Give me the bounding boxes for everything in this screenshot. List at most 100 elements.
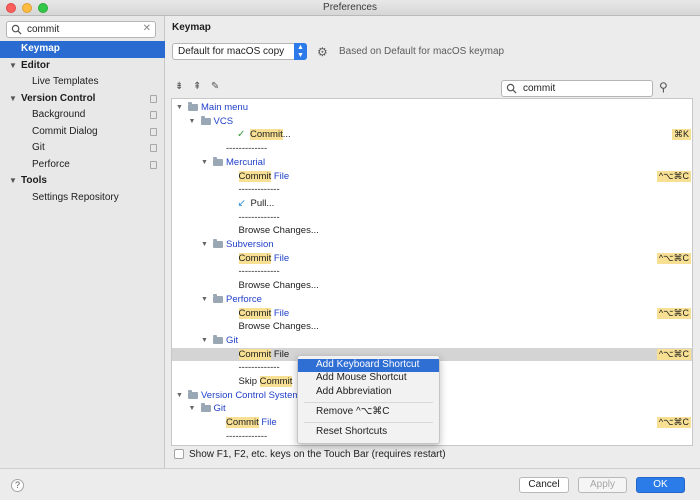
tree-row[interactable]: ------------- [172,142,692,156]
clear-search-icon[interactable]: ✕ [143,23,151,34]
sidebar-item[interactable]: ▼ Version Control [0,91,165,108]
keymap-filter-value: commit [523,83,556,94]
expand-arrow-icon[interactable]: ▼ [189,402,196,416]
sidebar-item-label: Live Templates [32,76,99,87]
tree-row[interactable]: Commit File ^⌥⌘C [172,170,692,184]
tree-row[interactable]: ▼ Git [172,334,692,348]
menu-separator [304,422,433,424]
expand-arrow-icon[interactable]: ▼ [189,115,196,129]
folder-icon [213,239,223,248]
label-text: Perforce [226,293,262,305]
label-text: ------------- [226,143,268,155]
label-text: Mercurial [226,156,266,168]
tree-row[interactable]: Browse Changes... [172,224,692,238]
ok-button[interactable]: OK [636,477,685,493]
gear-icon[interactable]: ⚙ [317,45,328,59]
label-text: Git [213,403,226,415]
expand-arrow-icon[interactable]: ▼ [201,334,208,348]
label-text: File [271,170,290,182]
shortcut-badge: ^⌥⌘C [656,252,691,264]
touchbar-checkbox[interactable] [174,449,184,459]
label-text: Version Control System [201,389,301,401]
expand-arrow-icon[interactable]: ▼ [201,156,208,170]
edit-pencil-icon[interactable]: ✎ [211,81,219,92]
checkmark-icon: ✓ [237,129,246,141]
label-text: ------------- [238,266,280,278]
shortcut-badge: ^⌥⌘C [656,307,691,319]
tree-row[interactable]: Commit File ^⌥⌘C [172,252,692,266]
sidebar-item[interactable]: ▼ Tools [0,173,165,190]
tree-row-label: ------------- [239,183,280,197]
sidebar-item-label: Perforce [32,158,70,170]
tree-row-label: ------------- [239,265,280,279]
tree-row[interactable]: Browse Changes... [172,320,692,334]
tree-row-label: ------------- [239,211,280,225]
label-text: Pull... [250,197,275,209]
keymap-scheme-select[interactable]: Default for macOS copy ▲ ▼ [172,43,307,60]
shortcut-badge: ^⌥⌘C [656,417,691,429]
sidebar-item[interactable]: Live Templates [0,74,165,91]
expand-all-icon[interactable]: ⇟ [175,81,183,92]
find-shortcut-icon[interactable]: ⚲ [659,80,668,94]
label-text: VCS [213,115,234,127]
label-text: File [271,348,290,360]
sidebar-item[interactable]: Keymap [0,41,165,58]
disclosure-triangle-icon[interactable]: ▼ [9,91,17,108]
expand-arrow-icon[interactable]: ▼ [201,238,208,252]
menu-item[interactable]: Add Keyboard Shortcut [298,359,439,372]
tree-row[interactable]: ▼ Mercurial [172,156,692,170]
folder-icon [213,334,223,344]
expand-arrow-icon[interactable]: ▼ [176,389,183,403]
tree-row-label: Main menu [201,101,248,115]
tree-row[interactable]: Browse Changes... [172,279,692,293]
settings-search-field[interactable]: commit ✕ [6,21,156,38]
tree-row[interactable]: ------------- [172,183,692,197]
keymap-filter-field[interactable]: commit [501,80,653,97]
folder-icon [213,293,223,303]
label-text: File [271,307,290,319]
disclosure-triangle-icon[interactable]: ▼ [9,58,17,75]
tree-row-label: Git [214,402,226,416]
tree-row-label: Commit File [238,307,290,321]
shortcut-badge: ⌘K [671,129,691,141]
tree-row[interactable]: ▼ Main menu [172,101,692,115]
based-on-label: Based on Default for macOS keymap [339,46,505,57]
tree-row[interactable]: ------------- [172,265,692,279]
tree-row-label: Commit File [226,416,277,430]
collapse-all-icon[interactable]: ⇞ [193,81,201,92]
search-match-highlight: Commit [238,170,272,182]
keymap-scheme-value: Default for macOS copy [178,46,285,57]
menu-item[interactable]: Add Mouse Shortcut [298,372,439,385]
cancel-button[interactable]: Cancel [519,477,569,493]
tree-row[interactable]: ✓ Commit... ⌘K [172,128,692,142]
disclosure-triangle-icon[interactable]: ▼ [9,173,17,190]
menu-item[interactable]: Reset Shortcuts [298,426,439,439]
tree-row[interactable]: Commit File ^⌥⌘C [172,307,692,321]
sidebar-item-label: Commit Dialog [32,125,98,137]
expand-arrow-icon[interactable]: ▼ [176,101,183,115]
folder-icon [188,102,198,111]
expand-arrow-icon[interactable]: ▼ [201,293,208,307]
label-text: Subversion [226,239,274,250]
help-button[interactable]: ? [11,479,24,492]
sidebar-item[interactable]: Settings Repository [0,190,165,207]
menu-item[interactable]: Remove ^⌥⌘C [298,406,439,419]
sidebar-item[interactable]: Git [0,140,165,157]
tree-row[interactable]: ▼ Subversion [172,238,692,252]
folder-icon [213,156,223,166]
apply-button[interactable]: Apply [578,477,627,493]
menu-item[interactable]: Add Abbreviation [298,386,439,399]
chevron-updown-icon: ▲ ▼ [294,43,307,60]
tree-row[interactable]: ▼ VCS [172,115,692,129]
search-match-highlight: Commit [238,307,272,319]
sidebar-item[interactable]: ▼ Editor [0,58,165,75]
sidebar-item[interactable]: Commit Dialog [0,124,165,141]
search-match-highlight: Commit [238,348,272,360]
tree-row[interactable]: ------------- [172,211,692,225]
label-text: ------------- [238,362,280,374]
sidebar-item[interactable]: Background [0,107,165,124]
tree-row[interactable]: ▼ Perforce [172,293,692,307]
sidebar-item-label: Keymap [21,43,60,54]
sidebar-item[interactable]: Perforce [0,157,165,174]
tree-row[interactable]: ↙ Pull... [172,197,692,211]
